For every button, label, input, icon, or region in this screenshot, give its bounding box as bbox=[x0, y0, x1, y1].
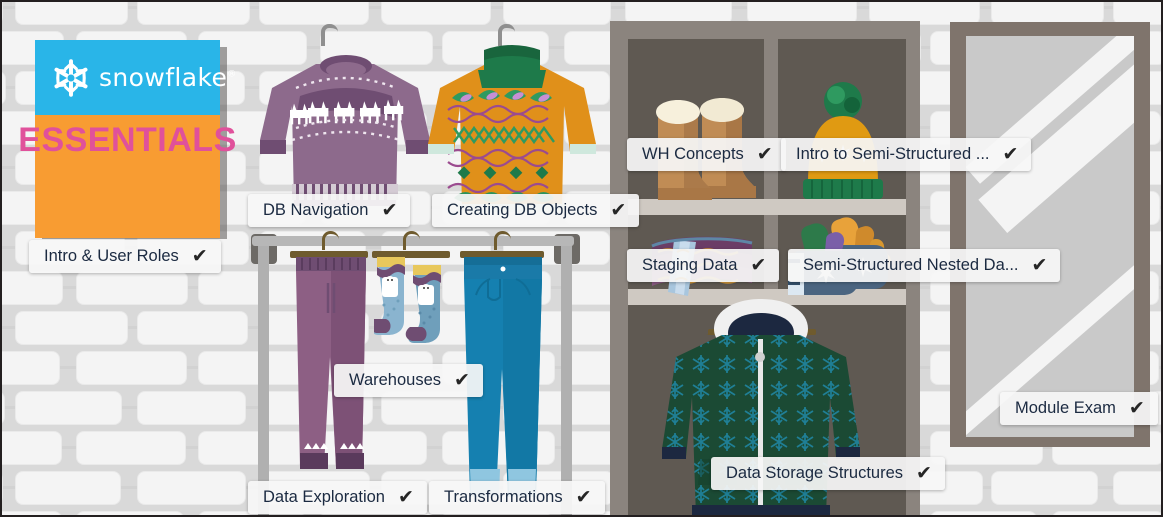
artwork-snowflake-essentials-poster[interactable]: snowflake® ESSENTIALS bbox=[35, 40, 220, 232]
brick bbox=[0, 432, 61, 464]
brick bbox=[138, 0, 249, 24]
module-label-text: Intro & User Roles bbox=[44, 247, 179, 266]
brick bbox=[138, 392, 245, 424]
brick bbox=[138, 312, 247, 344]
module-label-text: Creating DB Objects bbox=[447, 201, 597, 220]
module-label-text: Staging Data bbox=[642, 256, 737, 275]
hanger-hook-jeans bbox=[494, 231, 511, 250]
brick bbox=[0, 352, 59, 384]
brick bbox=[16, 472, 120, 504]
check-icon: ✔ bbox=[1129, 399, 1145, 418]
module-label-data-storage-structures[interactable]: Data Storage Structures ✔ bbox=[711, 457, 945, 490]
artwork-orange-fairisle-sweater[interactable] bbox=[422, 40, 602, 212]
brick bbox=[0, 472, 2, 504]
mirror-glass bbox=[966, 36, 1134, 437]
module-label-intro-user-roles[interactable]: Intro & User Roles ✔ bbox=[29, 240, 221, 273]
registered-mark: ® bbox=[227, 70, 236, 80]
brick bbox=[0, 512, 61, 517]
brick bbox=[199, 432, 304, 464]
poster-brand-name: snowflake® bbox=[99, 63, 237, 92]
module-label-semi-structured-nested[interactable]: Semi-Structured Nested Da... ✔ bbox=[788, 249, 1060, 282]
brick bbox=[931, 512, 1036, 517]
check-icon: ✔ bbox=[1003, 145, 1019, 164]
brick bbox=[77, 512, 183, 517]
brick bbox=[382, 0, 490, 24]
check-icon: ✔ bbox=[916, 464, 932, 483]
artwork-standing-mirror[interactable] bbox=[950, 22, 1150, 447]
module-label-text: Intro to Semi-Structured ... bbox=[796, 145, 990, 164]
poster-subtitle-band: ESSENTIALS bbox=[35, 115, 220, 238]
module-label-data-exploration[interactable]: Data Exploration ✔ bbox=[248, 481, 427, 514]
brick bbox=[0, 312, 1, 344]
check-icon: ✔ bbox=[610, 201, 626, 220]
brick bbox=[77, 432, 185, 464]
snowflake-icon bbox=[49, 56, 93, 100]
brick bbox=[16, 0, 127, 24]
brick bbox=[992, 0, 1103, 24]
check-icon: ✔ bbox=[381, 201, 397, 220]
rack-post-right bbox=[561, 242, 572, 517]
module-label-text: Transformations bbox=[444, 488, 563, 507]
module-label-wh-concepts[interactable]: WH Concepts ✔ bbox=[627, 138, 786, 171]
brick bbox=[0, 272, 62, 304]
module-label-db-navigation[interactable]: DB Navigation ✔ bbox=[248, 194, 410, 227]
brick bbox=[504, 0, 610, 24]
module-label-text: Module Exam bbox=[1015, 399, 1116, 418]
module-label-creating-db-objects[interactable]: Creating DB Objects ✔ bbox=[432, 194, 639, 227]
brick bbox=[77, 352, 186, 384]
check-icon: ✔ bbox=[1032, 256, 1048, 275]
brick bbox=[260, 0, 368, 24]
module-label-intro-semi-structured[interactable]: Intro to Semi-Structured ... ✔ bbox=[781, 138, 1031, 171]
artwork-purple-reindeer-sweater[interactable] bbox=[256, 44, 436, 209]
brick bbox=[1114, 0, 1163, 24]
check-icon: ✔ bbox=[757, 145, 773, 164]
module-label-transformations[interactable]: Transformations ✔ bbox=[429, 481, 605, 514]
module-label-staging-data[interactable]: Staging Data ✔ bbox=[627, 249, 779, 282]
brick bbox=[0, 0, 2, 24]
module-label-text: Data Exploration bbox=[263, 488, 385, 507]
brick bbox=[0, 392, 4, 424]
brick bbox=[16, 392, 121, 424]
module-label-text: Data Storage Structures bbox=[726, 464, 903, 483]
hanger-hook-sweatpants bbox=[322, 231, 339, 250]
check-icon: ✔ bbox=[192, 247, 208, 266]
module-label-module-exam[interactable]: Module Exam ✔ bbox=[1000, 392, 1158, 425]
module-label-text: Semi-Structured Nested Da... bbox=[803, 256, 1019, 275]
module-label-warehouses[interactable]: Warehouses ✔ bbox=[334, 364, 483, 397]
module-label-text: Warehouses bbox=[349, 371, 441, 390]
poster-brand-text: snowflake bbox=[99, 63, 227, 92]
wall-hook-1 bbox=[321, 24, 338, 46]
artwork-snowman-socks[interactable] bbox=[374, 257, 450, 363]
brick bbox=[77, 272, 187, 304]
brick bbox=[992, 472, 1097, 504]
check-icon: ✔ bbox=[576, 488, 592, 507]
module-label-text: DB Navigation bbox=[263, 201, 368, 220]
brick bbox=[1114, 472, 1163, 504]
hanger-hook-socks bbox=[403, 231, 420, 250]
rack-post-left bbox=[258, 242, 269, 517]
check-icon: ✔ bbox=[398, 488, 414, 507]
brick bbox=[138, 472, 245, 504]
snowflake-essentials-wardrobe-scene: snowflake® ESSENTIALS Intro & User Roles… bbox=[0, 0, 1163, 517]
poster-logo-band: snowflake® bbox=[35, 40, 220, 115]
brick bbox=[1053, 512, 1163, 517]
check-icon: ✔ bbox=[750, 256, 766, 275]
brick bbox=[16, 312, 127, 344]
check-icon: ✔ bbox=[454, 371, 470, 390]
brick bbox=[0, 72, 5, 104]
poster-subtitle-text: ESSENTIALS bbox=[18, 121, 236, 160]
module-label-text: WH Concepts bbox=[642, 145, 744, 164]
